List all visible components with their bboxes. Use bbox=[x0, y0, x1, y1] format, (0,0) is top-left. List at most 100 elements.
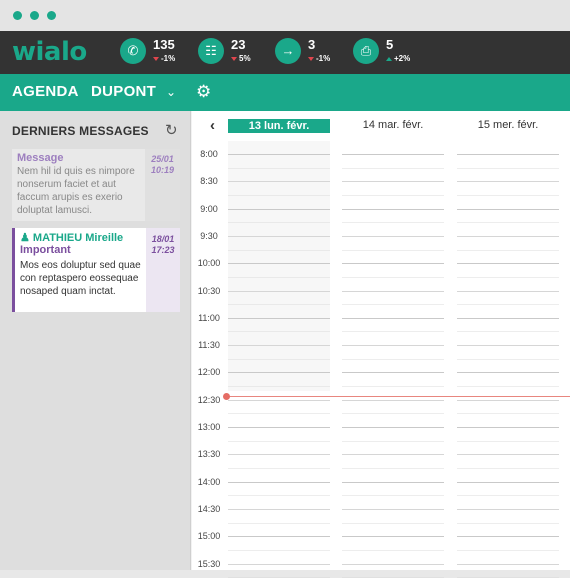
time-slot[interactable] bbox=[457, 399, 559, 401]
time-slot-half[interactable] bbox=[342, 222, 444, 224]
time-slot[interactable] bbox=[342, 508, 444, 510]
time-slot[interactable] bbox=[457, 154, 559, 155]
time-slot[interactable] bbox=[457, 263, 559, 265]
time-slot-half[interactable] bbox=[228, 194, 330, 196]
time-slot-half[interactable] bbox=[457, 495, 559, 497]
time-slot[interactable] bbox=[342, 181, 444, 183]
time-slot-half[interactable] bbox=[228, 222, 330, 224]
time-slot-half[interactable] bbox=[342, 413, 444, 415]
time-slot-half[interactable] bbox=[342, 276, 444, 278]
time-slot[interactable] bbox=[228, 181, 330, 183]
time-slot-half[interactable] bbox=[342, 249, 444, 251]
time-slot-half[interactable] bbox=[228, 495, 330, 497]
message-item-important[interactable]: ♟ MATHIEU Mireille Important Mos eos dol… bbox=[12, 228, 180, 312]
time-slot-half[interactable] bbox=[457, 440, 559, 442]
time-slot-half[interactable] bbox=[228, 413, 330, 415]
time-slot-half[interactable] bbox=[228, 358, 330, 360]
chevron-down-icon[interactable]: ⌄ bbox=[166, 85, 176, 99]
time-slot[interactable] bbox=[457, 536, 559, 538]
time-slot[interactable] bbox=[342, 345, 444, 347]
time-slot[interactable] bbox=[457, 290, 559, 292]
time-slot[interactable] bbox=[457, 481, 559, 483]
time-slot-half[interactable] bbox=[228, 440, 330, 442]
time-slot[interactable] bbox=[457, 345, 559, 347]
time-slot[interactable] bbox=[457, 317, 559, 319]
today-column[interactable] bbox=[228, 141, 330, 391]
time-slot[interactable] bbox=[342, 317, 444, 319]
time-slot[interactable] bbox=[228, 481, 330, 483]
time-slot-half[interactable] bbox=[457, 413, 559, 415]
time-slot[interactable] bbox=[228, 317, 330, 319]
time-slot[interactable] bbox=[342, 481, 444, 483]
time-slot-half[interactable] bbox=[457, 304, 559, 306]
time-slot-half[interactable] bbox=[228, 331, 330, 333]
time-slot[interactable] bbox=[228, 263, 330, 265]
day-header-14[interactable]: 14 mar. févr. bbox=[342, 119, 444, 133]
time-slot[interactable] bbox=[228, 154, 330, 155]
time-slot-half[interactable] bbox=[342, 358, 444, 360]
window-dot-2[interactable] bbox=[30, 11, 39, 20]
time-slot-half[interactable] bbox=[228, 467, 330, 469]
time-slot-half[interactable] bbox=[342, 495, 444, 497]
time-slot-half[interactable] bbox=[228, 304, 330, 306]
time-slot[interactable] bbox=[228, 563, 330, 565]
time-slot-half[interactable] bbox=[457, 276, 559, 278]
time-slot-half[interactable] bbox=[342, 522, 444, 524]
time-slot-half[interactable] bbox=[457, 222, 559, 224]
time-slot[interactable] bbox=[457, 208, 559, 210]
time-slot[interactable] bbox=[342, 154, 444, 155]
time-slot-half[interactable] bbox=[228, 167, 330, 169]
time-slot[interactable] bbox=[457, 372, 559, 374]
time-slot[interactable] bbox=[228, 372, 330, 374]
time-slot[interactable] bbox=[228, 208, 330, 210]
time-slot-half[interactable] bbox=[342, 386, 444, 388]
time-slot-half[interactable] bbox=[457, 331, 559, 333]
time-slot-half[interactable] bbox=[342, 440, 444, 442]
time-slot-half[interactable] bbox=[457, 467, 559, 469]
time-slot[interactable] bbox=[228, 508, 330, 510]
time-slot-half[interactable] bbox=[342, 304, 444, 306]
time-slot[interactable] bbox=[342, 399, 444, 401]
gear-icon[interactable]: ⚙ bbox=[196, 82, 211, 102]
time-slot[interactable] bbox=[228, 399, 330, 401]
time-slot[interactable] bbox=[457, 427, 559, 428]
time-slot-half[interactable] bbox=[228, 386, 330, 388]
time-slot[interactable] bbox=[342, 536, 444, 538]
time-slot[interactable] bbox=[342, 290, 444, 292]
time-slot[interactable] bbox=[228, 235, 330, 237]
time-slot-half[interactable] bbox=[457, 522, 559, 524]
time-slot[interactable] bbox=[228, 290, 330, 292]
time-slot[interactable] bbox=[228, 427, 330, 428]
time-slot[interactable] bbox=[342, 263, 444, 265]
time-slot[interactable] bbox=[457, 454, 559, 456]
message-item[interactable]: Message Nem hil id quis es nimpore nonse… bbox=[12, 149, 180, 221]
time-slot[interactable] bbox=[457, 508, 559, 510]
time-slot-half[interactable] bbox=[457, 194, 559, 196]
time-slot[interactable] bbox=[457, 563, 559, 565]
time-slot-half[interactable] bbox=[457, 167, 559, 169]
time-slot[interactable] bbox=[457, 181, 559, 183]
time-slot-half[interactable] bbox=[457, 249, 559, 251]
time-slot-half[interactable] bbox=[228, 276, 330, 278]
time-slot[interactable] bbox=[228, 454, 330, 456]
time-slot-half[interactable] bbox=[342, 194, 444, 196]
time-slot-half[interactable] bbox=[228, 249, 330, 251]
day-header-13[interactable]: 13 lun. févr. bbox=[228, 119, 330, 133]
window-dot-3[interactable] bbox=[47, 11, 56, 20]
time-slot-half[interactable] bbox=[342, 467, 444, 469]
time-slot[interactable] bbox=[342, 454, 444, 456]
time-slot[interactable] bbox=[342, 235, 444, 237]
agenda-user-select[interactable]: DUPONT bbox=[91, 83, 156, 100]
time-slot-half[interactable] bbox=[228, 522, 330, 524]
time-slot-half[interactable] bbox=[342, 167, 444, 169]
time-slot-half[interactable] bbox=[342, 331, 444, 333]
chevron-left-icon[interactable]: ‹ bbox=[210, 117, 215, 134]
day-header-15[interactable]: 15 mer. févr. bbox=[457, 119, 559, 133]
time-slot[interactable] bbox=[342, 427, 444, 428]
time-slot-half[interactable] bbox=[457, 358, 559, 360]
time-slot-half[interactable] bbox=[342, 549, 444, 551]
window-dot-1[interactable] bbox=[13, 11, 22, 20]
time-slot[interactable] bbox=[342, 563, 444, 565]
time-slot-half[interactable] bbox=[457, 549, 559, 551]
time-slot[interactable] bbox=[457, 235, 559, 237]
